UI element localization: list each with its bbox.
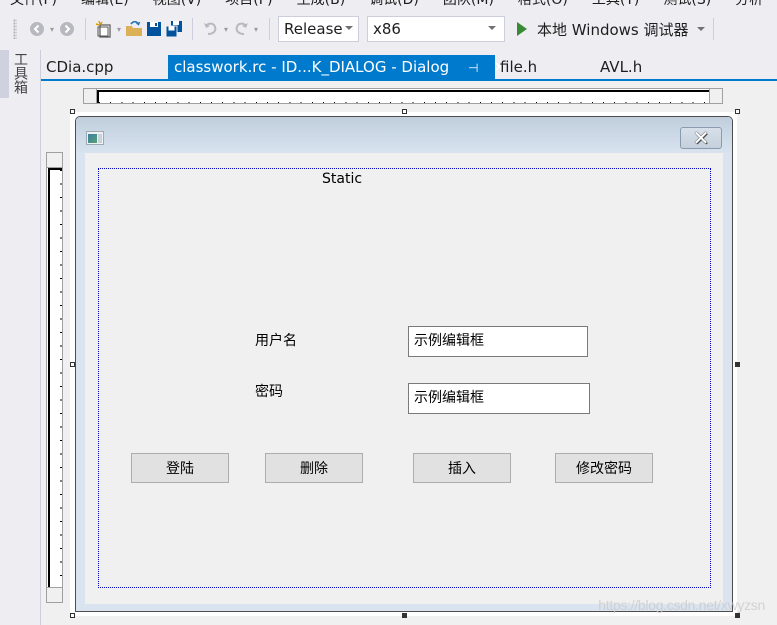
resize-handle-bottom[interactable]: [402, 613, 407, 618]
pin-tab-icon[interactable]: ⊣: [468, 61, 478, 75]
dialog-system-menu-icon: [86, 131, 104, 145]
ruler-ticks: [48, 168, 62, 587]
play-icon: [517, 22, 527, 36]
undo-dropdown-icon[interactable]: ▾: [221, 25, 231, 34]
watermark-text: https://blog.csdn.net/xwyzsn: [598, 597, 765, 613]
dialog-margin-guide: [98, 168, 711, 588]
close-icon: ✕: [692, 126, 710, 150]
password-edit-box[interactable]: 示例编辑框: [408, 383, 590, 414]
tab-label: CDia.cpp: [46, 58, 114, 76]
password-label[interactable]: 密码: [255, 381, 283, 401]
resize-handle-right[interactable]: [735, 362, 740, 367]
menu-tools[interactable]: 工具(T): [580, 0, 651, 9]
new-project-icon[interactable]: [94, 19, 114, 39]
undo-icon[interactable]: [201, 19, 221, 39]
ruler-corner: [47, 153, 62, 168]
vertical-ruler[interactable]: [46, 152, 63, 603]
toolbox-tab-indicator[interactable]: [0, 50, 9, 98]
resize-handle-bottom-right[interactable]: [735, 613, 740, 618]
navigate-forward-icon[interactable]: [57, 19, 77, 39]
toolbox-tab[interactable]: 工具箱: [12, 52, 28, 94]
tab-classwork-rc-dialog[interactable]: classwork.rc - ID...K_DIALOG - Dialog ⊣ …: [168, 55, 506, 79]
open-file-icon[interactable]: [124, 19, 144, 39]
standard-toolbar: ▾ ▾ ▾ ▾ Release x86 本地 Windows 调试器: [0, 14, 777, 44]
tab-label: AVL.h: [600, 58, 643, 76]
menu-test[interactable]: 测试(S): [651, 0, 723, 9]
start-debugging-button[interactable]: 本地 Windows 调试器: [517, 19, 705, 40]
username-label[interactable]: 用户名: [255, 330, 297, 350]
static-text-control[interactable]: Static: [322, 171, 362, 187]
solution-platform-dropdown[interactable]: x86: [367, 16, 505, 42]
navigate-back-icon[interactable]: [27, 19, 47, 39]
save-icon[interactable]: [144, 19, 164, 39]
tab-avl-h[interactable]: AVL.h: [600, 55, 642, 79]
resize-handle-top: [402, 109, 407, 114]
toolbar-separator: [269, 18, 270, 40]
menu-edit[interactable]: 编辑(E): [69, 0, 141, 9]
menu-team[interactable]: 团队(M): [431, 0, 506, 9]
dialog-close-button[interactable]: ✕: [680, 127, 722, 149]
ruler-corner: [84, 89, 97, 103]
tab-cdia-cpp[interactable]: CDia.cpp: [46, 55, 113, 79]
ruler-ticks: [97, 90, 709, 103]
navigate-back-dropdown-icon[interactable]: ▾: [47, 25, 57, 34]
solution-configuration-dropdown[interactable]: Release: [278, 16, 359, 42]
redo-icon[interactable]: [231, 19, 251, 39]
redo-dropdown-icon[interactable]: ▾: [251, 25, 261, 34]
menu-project[interactable]: 项目(P): [213, 0, 284, 9]
solution-platform-value: x86: [373, 20, 401, 38]
visual-studio-window: 文件(F) 编辑(E) 视图(V) 项目(P) 生成(B) 调试(D) 团队(M…: [0, 0, 777, 625]
document-tab-strip: CDia.cpp classwork.rc - ID...K_DIALOG - …: [41, 55, 777, 79]
dialog-client-area[interactable]: Static 用户名 示例编辑框 密码 示例编辑框 登陆 删除 插入 修改密码: [85, 153, 723, 604]
insert-button[interactable]: 插入: [413, 453, 511, 483]
menu-view[interactable]: 视图(V): [141, 0, 214, 9]
resize-handle-top-left: [70, 109, 75, 114]
tab-label: file.h: [500, 58, 538, 76]
resize-handle-top-right: [735, 109, 740, 114]
change-password-button[interactable]: 修改密码: [555, 453, 653, 483]
chevron-down-icon[interactable]: [696, 27, 705, 31]
menu-bar: 文件(F) 编辑(E) 视图(V) 项目(P) 生成(B) 调试(D) 团队(M…: [0, 0, 777, 9]
toolbar-separator: [85, 18, 86, 40]
tab-label: classwork.rc - ID...K_DIALOG - Dialog: [174, 58, 450, 76]
resize-handle-bottom-left: [70, 613, 75, 618]
toolbar-grip[interactable]: [13, 19, 17, 39]
menu-debug[interactable]: 调试(D): [357, 0, 431, 9]
save-all-icon[interactable]: [164, 19, 184, 39]
toolbar-separator: [192, 18, 193, 40]
tab-file-h[interactable]: file.h: [500, 55, 537, 79]
solution-configuration-value: Release: [284, 20, 343, 38]
login-button[interactable]: 登陆: [131, 453, 229, 483]
ruler-corner: [709, 89, 722, 103]
ruler-corner: [47, 587, 62, 602]
menu-file[interactable]: 文件(F): [0, 0, 69, 9]
delete-button[interactable]: 删除: [265, 453, 363, 483]
dialog-title-bar[interactable]: ✕: [76, 117, 732, 153]
start-debugging-label: 本地 Windows 调试器: [537, 20, 689, 39]
dialog-preview[interactable]: ✕ Static 用户名 示例编辑框 密码 示例编辑框 登陆 删除 插入 修改密…: [75, 116, 733, 612]
menu-analyze[interactable]: 分析: [723, 0, 775, 9]
username-edit-box[interactable]: 示例编辑框: [408, 326, 588, 357]
chevron-down-icon: [345, 26, 353, 30]
toolbar-separator: [712, 18, 714, 40]
new-project-dropdown-icon[interactable]: ▾: [114, 25, 124, 34]
resize-handle-left: [70, 362, 75, 367]
menu-format[interactable]: 格式(O): [506, 0, 580, 9]
menu-build[interactable]: 生成(B): [285, 0, 358, 9]
horizontal-ruler[interactable]: [83, 88, 723, 104]
chevron-down-icon: [488, 26, 496, 30]
